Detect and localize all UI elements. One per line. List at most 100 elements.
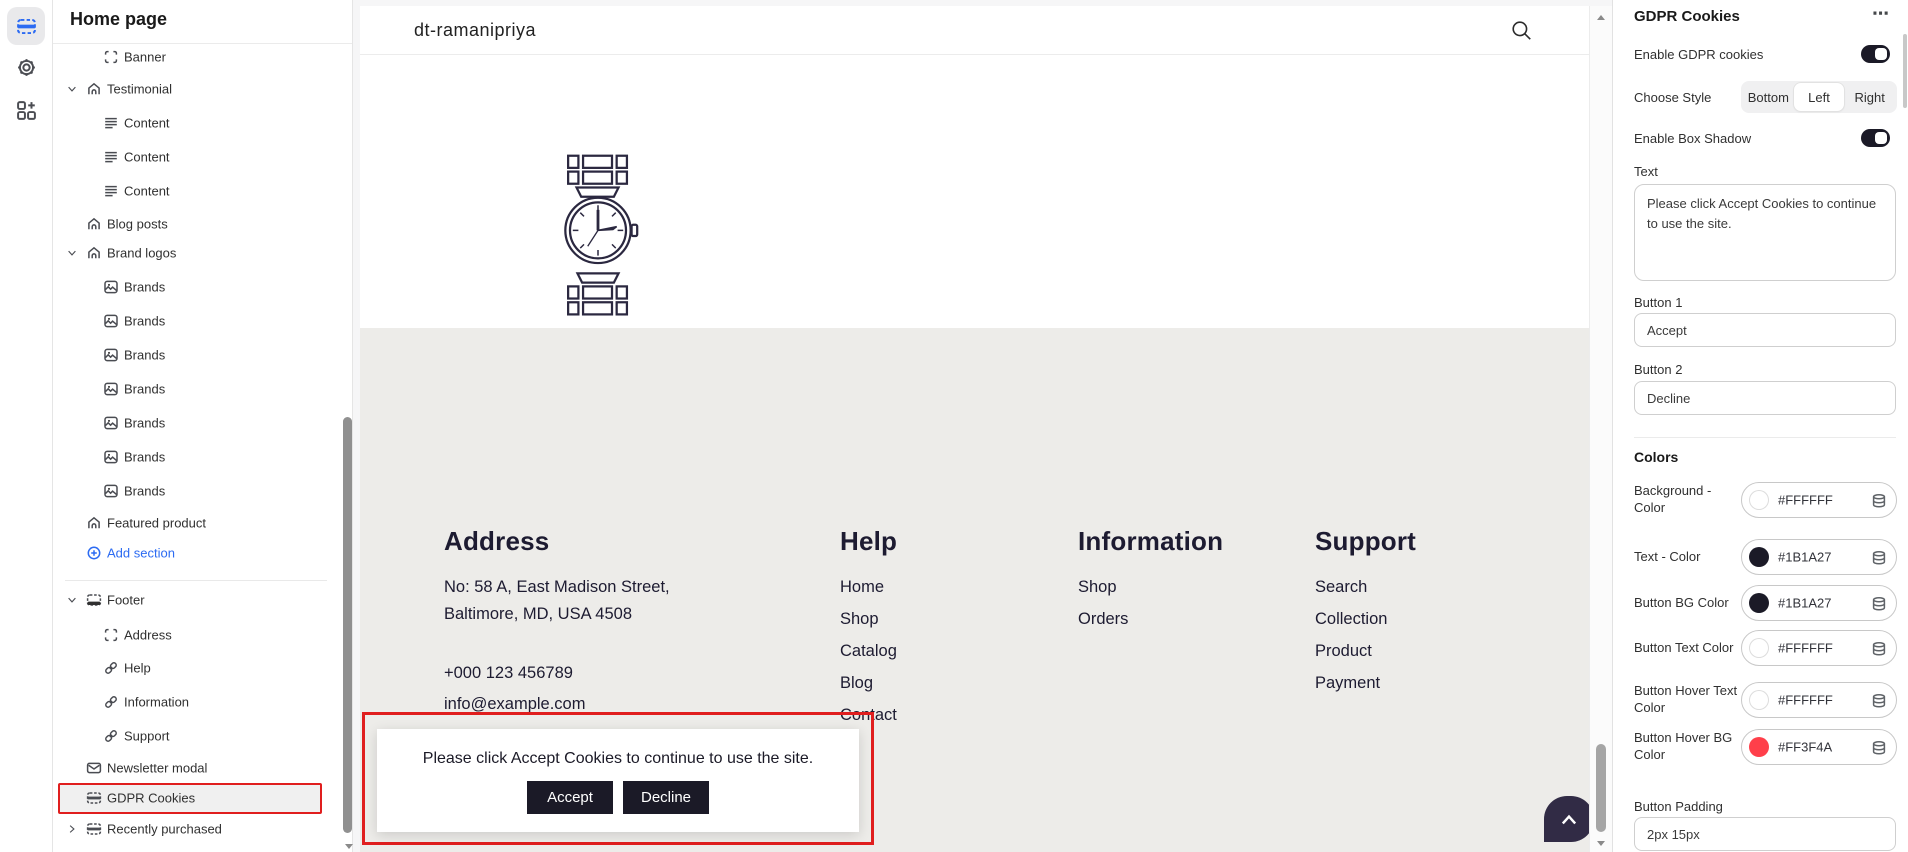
section-home-icon	[86, 245, 102, 261]
sidebar-item-blog-posts[interactable]: Blog posts	[53, 209, 338, 239]
sidebar-item-brands[interactable]: Brands	[53, 476, 338, 506]
sidebar-item-gdpr-cookies[interactable]: GDPR Cookies	[53, 783, 338, 813]
search-icon[interactable]	[1510, 19, 1533, 42]
sidebar-item-content[interactable]: Content	[53, 142, 338, 172]
color-row-label: Button BG Color	[1634, 585, 1738, 621]
button-text-color-picker[interactable]: #FFFFFF	[1741, 630, 1897, 666]
sidebar-item-content[interactable]: Content	[53, 176, 338, 206]
box-shadow-label: Enable Box Shadow	[1634, 131, 1751, 146]
style-option-right[interactable]: Right	[1844, 83, 1895, 111]
footer-link[interactable]: Collection	[1315, 610, 1387, 629]
sidebar-scrollbar-thumb[interactable]	[343, 417, 352, 833]
chevron-right-icon[interactable]	[66, 823, 78, 835]
footer-link[interactable]: Home	[840, 578, 884, 597]
sidebar-item-brands[interactable]: Brands	[53, 340, 338, 370]
footer-link[interactable]: Catalog	[840, 642, 897, 661]
sidebar-item-brands[interactable]: Brands	[53, 408, 338, 438]
footer-link[interactable]: Blog	[840, 674, 873, 693]
sidebar-item-newsletter-modal[interactable]: Newsletter modal	[53, 753, 338, 783]
button2-text-input[interactable]	[1634, 381, 1896, 415]
decline-cookies-button[interactable]: Decline	[623, 781, 709, 814]
box-shadow-toggle[interactable]	[1861, 129, 1890, 147]
sidebar-item-brands[interactable]: Brands	[53, 306, 338, 336]
footer-heading: Support	[1315, 526, 1416, 557]
divider	[1634, 437, 1896, 438]
address-line: No: 58 A, East Madison Street,	[444, 578, 670, 597]
footer-link[interactable]: Product	[1315, 642, 1372, 661]
color-row-label: Text - Color	[1634, 539, 1738, 575]
accept-cookies-button[interactable]: Accept	[527, 781, 613, 814]
choose-style-label: Choose Style	[1634, 90, 1711, 105]
sections-tab-icon[interactable]	[16, 16, 37, 37]
app-icon-rail	[0, 0, 53, 852]
sidebar-item-featured-product[interactable]: Featured product	[53, 508, 338, 538]
database-icon[interactable]	[1871, 641, 1887, 657]
footer-heading: Information	[1078, 526, 1223, 557]
text-color-picker[interactable]: #1B1A27	[1741, 539, 1897, 575]
style-option-bottom[interactable]: Bottom	[1743, 83, 1794, 111]
sidebar-item-content[interactable]: Content	[53, 108, 338, 138]
chevron-down-icon[interactable]	[66, 594, 78, 606]
sections-sidebar: Home page Banner Testimonial Content Con…	[53, 0, 353, 852]
text-field-label: Text	[1634, 164, 1658, 179]
database-icon[interactable]	[1871, 550, 1887, 566]
sidebar-item-recently-purchased[interactable]: Recently purchased	[53, 814, 338, 844]
sidebar-item-brands[interactable]: Brands	[53, 374, 338, 404]
button-hover-text-color-picker[interactable]: #FFFFFF	[1741, 682, 1897, 718]
color-row-label: Background - Color	[1634, 482, 1738, 518]
sidebar-scrollbar-down-arrow[interactable]	[345, 844, 353, 849]
gdpr-banner-text: Please click Accept Cookies to continue …	[377, 750, 859, 768]
footer-link[interactable]: Shop	[840, 610, 879, 629]
color-swatch	[1749, 638, 1769, 658]
apps-grid-plus-icon[interactable]	[16, 100, 37, 121]
add-section-button[interactable]: Add section	[53, 538, 338, 568]
footer-link[interactable]: Shop	[1078, 578, 1117, 597]
enable-gdpr-toggle[interactable]	[1861, 45, 1890, 63]
database-icon[interactable]	[1871, 493, 1887, 509]
sidebar-item-brands[interactable]: Brands	[53, 442, 338, 472]
footer-link[interactable]: Payment	[1315, 674, 1380, 693]
button2-label: Button 2	[1634, 362, 1682, 377]
content-lines-icon	[103, 149, 119, 165]
background-color-picker[interactable]: #FFFFFF	[1741, 482, 1897, 518]
sidebar-item-footer[interactable]: Footer	[53, 585, 338, 615]
gdpr-text-input[interactable]: Please click Accept Cookies to continue …	[1634, 184, 1896, 281]
chevron-down-icon[interactable]	[66, 247, 78, 259]
preview-scrollbar[interactable]	[1589, 6, 1612, 852]
sidebar-item-brands[interactable]: Brands	[53, 272, 338, 302]
button1-text-input[interactable]	[1634, 313, 1896, 347]
more-options-icon[interactable]: ⋯	[1872, 4, 1890, 24]
settings-gear-icon[interactable]	[16, 57, 37, 78]
sidebar-item-brand-logos[interactable]: Brand logos	[53, 238, 338, 268]
button-hover-bg-color-picker[interactable]: #FF3F4A	[1741, 729, 1897, 765]
preview-scrollbar-thumb[interactable]	[1596, 744, 1606, 832]
colors-section-title: Colors	[1634, 449, 1678, 465]
button-bg-color-picker[interactable]: #1B1A27	[1741, 585, 1897, 621]
color-swatch	[1749, 690, 1769, 710]
footer-link[interactable]: Orders	[1078, 610, 1128, 629]
scroll-to-top-button[interactable]	[1544, 796, 1594, 842]
scrollbar-up-arrow[interactable]	[1597, 15, 1605, 20]
sidebar-item-support[interactable]: Support	[53, 721, 338, 751]
database-icon[interactable]	[1871, 693, 1887, 709]
sidebar-item-testimonial[interactable]: Testimonial	[53, 74, 338, 104]
footer-link[interactable]: Search	[1315, 578, 1367, 597]
sidebar-item-address[interactable]: Address	[53, 620, 338, 650]
button-padding-input[interactable]	[1634, 817, 1896, 851]
store-logo[interactable]: dt-ramanipriya	[414, 6, 536, 55]
link-icon	[103, 660, 119, 676]
store-preview: dt-ramanipriya Address No: 58 A, East Ma…	[360, 6, 1612, 852]
chevron-down-icon[interactable]	[66, 83, 78, 95]
phone-number: +000 123 456789	[444, 664, 573, 683]
database-icon[interactable]	[1871, 740, 1887, 756]
sidebar-item-banner[interactable]: Banner	[53, 42, 338, 72]
watch-product-image	[556, 150, 640, 322]
sidebar-item-help[interactable]: Help	[53, 653, 338, 683]
style-option-left[interactable]: Left	[1794, 83, 1845, 111]
content-lines-icon	[103, 115, 119, 131]
database-icon[interactable]	[1871, 596, 1887, 612]
sidebar-item-information[interactable]: Information	[53, 687, 338, 717]
button1-label: Button 1	[1634, 295, 1682, 310]
scrollbar-down-arrow[interactable]	[1597, 841, 1605, 846]
panel-scrollbar-thumb[interactable]	[1903, 34, 1907, 108]
